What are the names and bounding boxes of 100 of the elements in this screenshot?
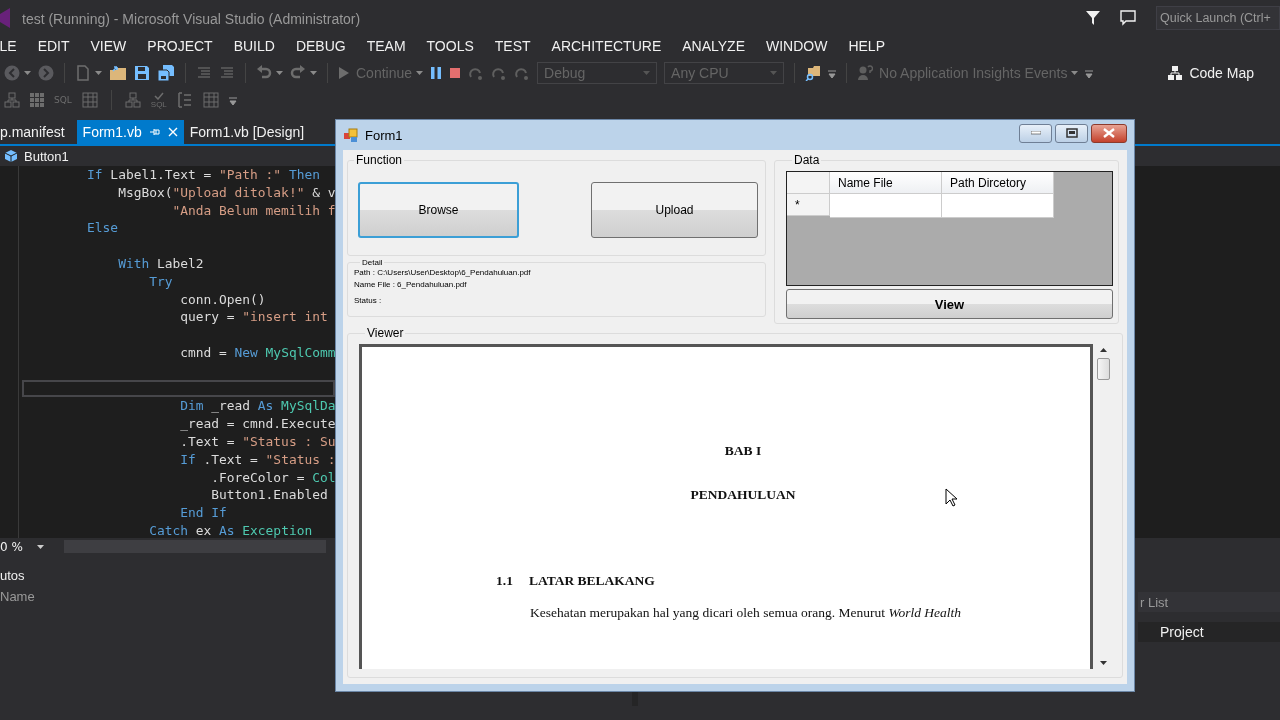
document-tab[interactable]: Form1.vb [Design] — [183, 120, 311, 144]
scroll-down-icon[interactable] — [1100, 661, 1107, 665]
step-icon[interactable] — [468, 65, 485, 81]
check-icon — [153, 91, 164, 100]
detail-label: Path : C:\Users\User\Desktop\6_Pendahuluan.pdf — [354, 267, 532, 279]
folder-search-icon[interactable] — [805, 65, 822, 81]
step-icon[interactable] — [514, 65, 531, 81]
code-map-icon — [1167, 65, 1184, 81]
insights-icon — [857, 65, 874, 81]
code-line: With Label2 — [117, 255, 204, 273]
caret-icon[interactable] — [95, 71, 102, 75]
overflow-icon[interactable] — [228, 95, 237, 105]
table-cell[interactable] — [942, 194, 1054, 218]
lines-icon[interactable] — [219, 66, 235, 80]
close-icon[interactable] — [167, 127, 178, 137]
table-icon[interactable] — [81, 92, 98, 108]
code-line: "Anda Belum memilih f — [171, 201, 336, 220]
code-line: conn.Open() — [179, 290, 266, 309]
play-icon — [338, 66, 350, 80]
section-number: 1.1 — [496, 573, 513, 589]
column-header[interactable]: Path Dircetory — [942, 172, 1054, 194]
scroll-up-icon[interactable] — [1100, 348, 1107, 352]
quick-launch-field[interactable]: Quick Launch (Ctrl+ — [1156, 6, 1280, 30]
data-grid[interactable]: Name File Path Dircetory * — [786, 171, 1113, 286]
cube-icon — [4, 149, 18, 163]
scroll-thumb[interactable] — [1097, 358, 1110, 380]
column-header[interactable]: Name File — [830, 172, 942, 194]
close-button[interactable] — [1091, 123, 1127, 143]
document-paragraph: Kesehatan merupakan hal yang dicari oleh semua orang. Menurut World Health — [529, 605, 962, 621]
grid-icon[interactable] — [30, 93, 44, 107]
detail-label: Status : — [354, 295, 383, 307]
caret-icon[interactable] — [310, 71, 317, 75]
menu-item[interactable]: PROJECT — [136, 38, 224, 54]
diagram-icon[interactable] — [4, 92, 20, 108]
window-title: test (Running) - Microsoft Visual Studio (Administrator) — [22, 11, 361, 27]
diagram-icon[interactable] — [124, 92, 141, 108]
close-icon — [1103, 128, 1115, 138]
back-icon[interactable] — [4, 65, 20, 81]
menu-item[interactable]: DEBUG — [285, 38, 357, 54]
column-header[interactable]: Name — [0, 589, 35, 604]
table-cell[interactable] — [830, 194, 942, 218]
menu-item[interactable]: TEST — [484, 38, 542, 54]
code-line: .Text = "Status : Su — [179, 432, 336, 451]
filter-icon[interactable] — [1086, 11, 1100, 25]
pause-icon[interactable] — [430, 66, 443, 80]
menu-item[interactable]: HELP — [837, 38, 896, 54]
stop-icon[interactable] — [449, 67, 462, 79]
caret-icon[interactable] — [1071, 71, 1079, 75]
menu-item[interactable]: VIEW — [80, 38, 137, 54]
zoom-dropdown[interactable]: 0 % — [0, 539, 60, 554]
caret-icon[interactable] — [36, 544, 44, 549]
redo-icon[interactable] — [290, 65, 306, 81]
code-line: If .Text = "Status : — [179, 450, 336, 469]
row-header[interactable]: * — [787, 194, 830, 216]
save-icon[interactable] — [134, 65, 150, 81]
caret-icon[interactable] — [276, 71, 283, 75]
maximize-button[interactable] — [1055, 123, 1088, 143]
menu-item[interactable]: TOOLS — [416, 38, 485, 54]
restore-icon — [1065, 128, 1078, 138]
panel-title[interactable]: utos — [0, 567, 25, 583]
code-line: .ForeColor = Col — [210, 468, 336, 487]
code-line: Else — [86, 219, 119, 238]
menu-item[interactable]: TEAM — [356, 38, 417, 54]
form-button[interactable]: Upload — [591, 182, 758, 238]
folder-icon[interactable] — [109, 65, 127, 81]
cursor-icon — [945, 488, 957, 507]
document-tab[interactable]: p.manifest — [0, 120, 71, 144]
detail-label: Name File : 6_Pendahuluan.pdf — [354, 279, 468, 291]
feedback-icon[interactable] — [1120, 10, 1136, 26]
section-title: LATAR BELAKANG — [528, 573, 655, 589]
columns-icon[interactable] — [176, 92, 193, 108]
menu-item[interactable]: BUILD — [223, 38, 286, 54]
caret-icon[interactable] — [416, 71, 424, 75]
code-line: End If — [179, 504, 227, 522]
form-button[interactable]: Browse — [358, 182, 519, 238]
document-icon[interactable] — [75, 65, 91, 81]
overflow-icon[interactable] — [1085, 68, 1094, 78]
pin-icon[interactable] — [149, 127, 160, 137]
step-icon[interactable] — [491, 65, 508, 81]
code-line: Dim _read As MySqlDa — [179, 397, 336, 416]
member-dropdown[interactable]: Button1 — [0, 148, 69, 164]
code-line: Button1.Enabled — [210, 486, 328, 505]
overflow-icon[interactable] — [828, 68, 837, 78]
menu-item[interactable]: ARCHITECTURE — [541, 38, 672, 54]
group-label: Function — [355, 153, 404, 167]
table-icon[interactable] — [202, 92, 219, 108]
menu-item[interactable]: EDIT — [27, 38, 80, 54]
menu-item[interactable]: ANALYZE — [671, 38, 756, 54]
save-all-icon[interactable] — [157, 65, 175, 81]
lines-icon[interactable] — [196, 66, 212, 80]
search-field[interactable]: r List — [1138, 592, 1280, 612]
forward-icon[interactable] — [38, 65, 54, 81]
minimize-icon — [1030, 131, 1041, 135]
document-tab[interactable]: Form1.vb — [76, 120, 184, 144]
menu-item[interactable]: LE — [0, 38, 28, 54]
code-map-button[interactable]: Code Map — [1167, 65, 1254, 81]
caret-icon[interactable] — [24, 71, 31, 75]
undo-icon[interactable] — [256, 65, 272, 81]
view-button[interactable]: View — [786, 289, 1113, 319]
menu-item[interactable]: WINDOW — [755, 38, 838, 54]
